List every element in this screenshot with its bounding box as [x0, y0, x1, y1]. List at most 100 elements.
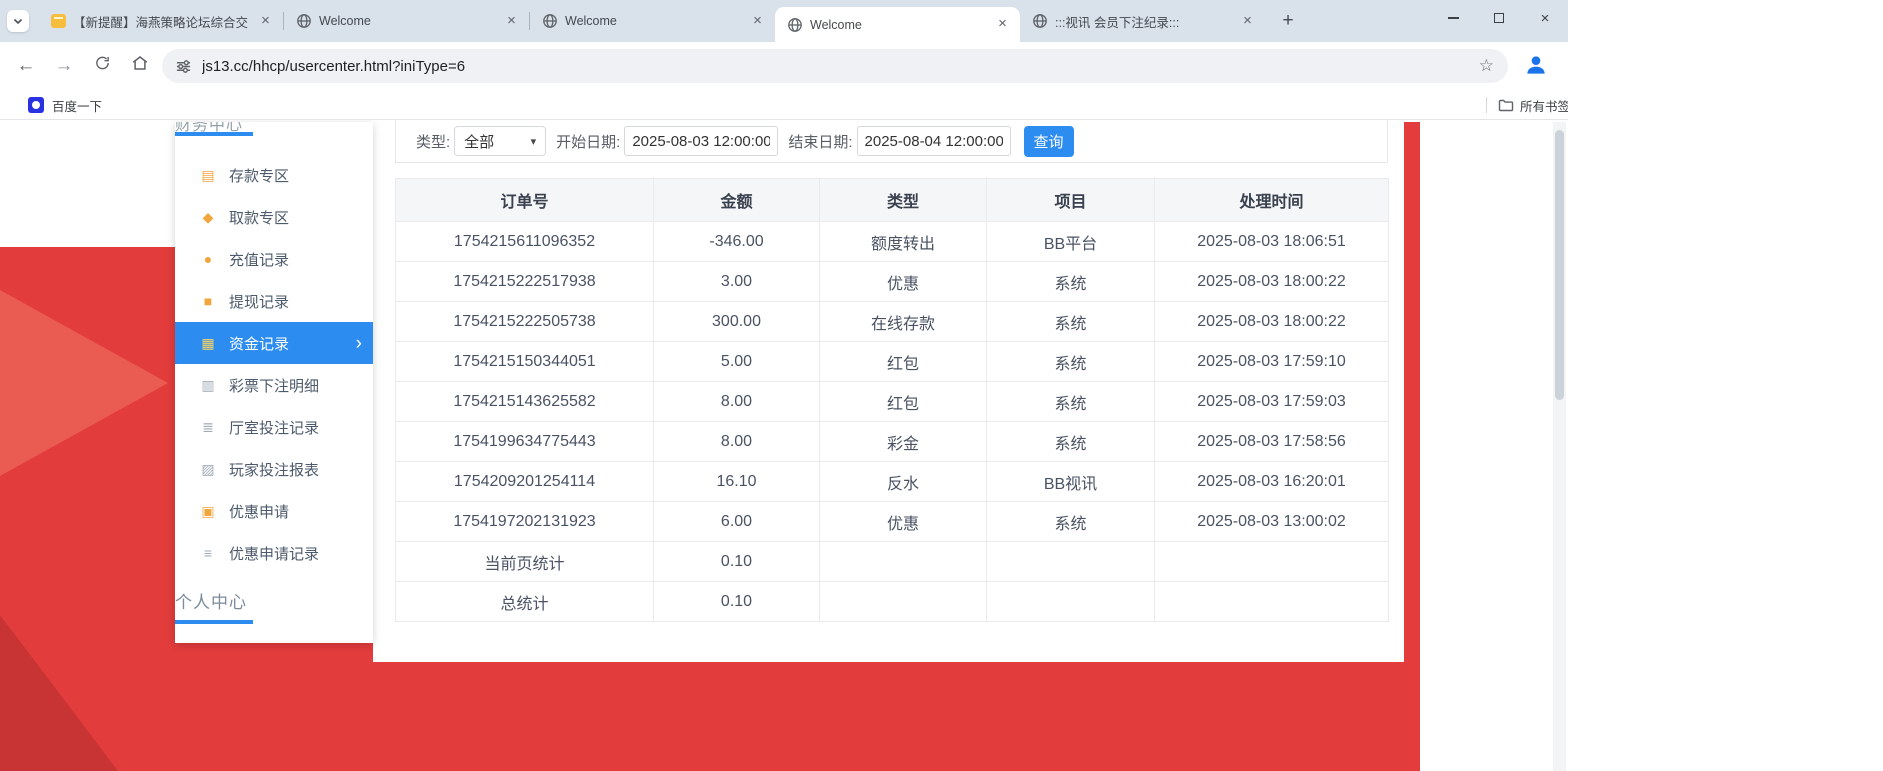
cell: 8.00	[654, 422, 820, 462]
page-scrollbar[interactable]	[1553, 122, 1566, 771]
minimize-button[interactable]	[1430, 0, 1476, 36]
tab-close-icon[interactable]: ×	[256, 12, 275, 31]
col-amount: 金额	[654, 179, 820, 222]
sidebar: 财务中心 ▤ 存款专区 ◆ 取款专区 ● 充值记录 ■ 提现记录	[175, 122, 373, 643]
table-row: 175420920125411416.10反水BB视讯2025-08-03 16…	[396, 462, 1389, 502]
tab-close-icon[interactable]: ×	[748, 12, 767, 31]
tab-title: 【新提醒】海燕策略论坛综合交	[73, 12, 249, 31]
cell: 300.00	[654, 302, 820, 342]
sidebar-item-label: 充值记录	[229, 249, 289, 270]
chevron-right-icon: ›	[356, 334, 362, 353]
tab-strip: 【新提醒】海燕策略论坛综合交 × Welcome × Welcome ×	[0, 0, 1568, 42]
cell: 2025-08-03 17:58:56	[1155, 422, 1389, 462]
cell: 1754209201254114	[396, 462, 654, 502]
start-date-input[interactable]	[624, 126, 778, 156]
refresh-button[interactable]	[88, 55, 116, 78]
table-row: 17542151436255828.00红包系统2025-08-03 17:59…	[396, 382, 1389, 422]
url-text[interactable]: js13.cc/hhcp/usercenter.html?iniType=6	[202, 58, 1471, 75]
globe-icon	[1032, 13, 1048, 29]
sidebar-item-funds-records[interactable]: ▦ 资金记录 ›	[175, 322, 373, 364]
close-window-button[interactable]: ×	[1522, 0, 1568, 36]
sidebar-item-withdraw-zone[interactable]: ◆ 取款专区	[175, 196, 373, 238]
cell: 6.00	[654, 502, 820, 542]
funds-icon: ▦	[199, 335, 217, 352]
tab-title: :::视讯 会员下注纪录:::	[1055, 12, 1231, 31]
cell: 优惠	[820, 262, 987, 302]
cell: 1754215611096352	[396, 222, 654, 262]
type-label: 类型:	[416, 131, 450, 152]
tab-close-icon[interactable]: ×	[993, 15, 1012, 34]
globe-icon	[542, 13, 558, 29]
tab-close-icon[interactable]: ×	[502, 12, 521, 31]
sidebar-item-hall-bet-records[interactable]: ≣ 厅室投注记录	[175, 406, 373, 448]
sidebar-item-label: 彩票下注明细	[229, 375, 319, 396]
maximize-button[interactable]	[1476, 0, 1522, 36]
sidebar-item-lottery-bet-details[interactable]: ▥ 彩票下注明细	[175, 364, 373, 406]
col-project: 项目	[987, 179, 1155, 222]
site-info-icon[interactable]	[176, 59, 191, 74]
decor-triangle-light	[0, 290, 168, 476]
sidebar-item-player-bet-report[interactable]: ▨ 玩家投注报表	[175, 448, 373, 490]
type-select[interactable]: 全部 ▾	[454, 126, 546, 156]
browser-tab-1[interactable]: 【新提醒】海燕策略论坛综合交 ×	[38, 0, 283, 42]
cell: 1754215222505738	[396, 302, 654, 342]
cell: 系统	[987, 262, 1155, 302]
sidebar-item-promo-application-records[interactable]: ≡ 优惠申请记录	[175, 532, 373, 574]
cell: 优惠	[820, 502, 987, 542]
bookmark-baidu[interactable]: 百度一下	[20, 93, 110, 117]
browser-tab-4-active[interactable]: Welcome ×	[775, 7, 1020, 42]
cell: 系统	[987, 382, 1155, 422]
cell: 2025-08-03 13:00:02	[1155, 502, 1389, 542]
tab-close-icon[interactable]: ×	[1238, 12, 1257, 31]
forward-button[interactable]: →	[50, 55, 78, 77]
cell	[820, 582, 987, 622]
browser-tab-2[interactable]: Welcome ×	[284, 0, 529, 42]
sidebar-item-deposit-zone[interactable]: ▤ 存款专区	[175, 154, 373, 196]
browser-tab-5[interactable]: :::视讯 会员下注纪录::: ×	[1020, 0, 1265, 42]
sidebar-item-recharge-records[interactable]: ● 充值记录	[175, 238, 373, 280]
new-tab-button[interactable]: +	[1275, 8, 1301, 34]
home-button[interactable]	[126, 54, 154, 78]
cell	[987, 582, 1155, 622]
cell: 3.00	[654, 262, 820, 302]
tab-search-button[interactable]	[7, 10, 29, 32]
cell: 1754215222517938	[396, 262, 654, 302]
tab-title: Welcome	[565, 14, 741, 28]
scrollbar-thumb[interactable]	[1555, 130, 1564, 400]
cell: 0.10	[654, 582, 820, 622]
bookmark-star-icon[interactable]: ☆	[1479, 56, 1494, 76]
end-date-label: 结束日期:	[788, 131, 852, 152]
page-viewport: 财务中心 ▤ 存款专区 ◆ 取款专区 ● 充值记录 ■ 提现记录	[0, 120, 1568, 771]
cell: 额度转出	[820, 222, 987, 262]
browser-tab-3[interactable]: Welcome ×	[530, 0, 775, 42]
all-bookmarks-button[interactable]: 所有书签	[1498, 93, 1568, 117]
end-date-input[interactable]	[857, 126, 1011, 156]
cell: 0.10	[654, 542, 820, 582]
cell: 红包	[820, 382, 987, 422]
cell: 2025-08-03 17:59:10	[1155, 342, 1389, 382]
cell: 16.10	[654, 462, 820, 502]
table-row: 17541996347754438.00彩金系统2025-08-03 17:58…	[396, 422, 1389, 462]
back-button[interactable]: ←	[12, 55, 40, 77]
sidebar-item-withdrawal-records[interactable]: ■ 提现记录	[175, 280, 373, 322]
cell: 总统计	[396, 582, 654, 622]
cell: 2025-08-03 18:06:51	[1155, 222, 1389, 262]
sidebar-item-promo-application[interactable]: ▣ 优惠申请	[175, 490, 373, 532]
profile-avatar[interactable]	[1520, 49, 1552, 81]
page-icon	[50, 13, 66, 29]
hall-bet-icon: ≣	[199, 419, 217, 436]
start-date-label: 开始日期:	[556, 131, 620, 152]
cell: 1754197202131923	[396, 502, 654, 542]
folder-icon	[1498, 97, 1514, 113]
page-top-left-panel	[0, 122, 175, 247]
query-button[interactable]: 查询	[1024, 126, 1074, 157]
table-summary-row-total: 总统计0.10	[396, 582, 1389, 622]
cell: 系统	[987, 422, 1155, 462]
cell	[1155, 542, 1389, 582]
address-bar[interactable]: js13.cc/hhcp/usercenter.html?iniType=6 ☆	[162, 49, 1508, 83]
cell: 当前页统计	[396, 542, 654, 582]
cell	[820, 542, 987, 582]
sidebar-item-label: 资金记录	[229, 333, 289, 354]
toolbar: ← → js13.cc/hhcp/usercenter.html?iniType…	[0, 42, 1568, 90]
cell: 系统	[987, 342, 1155, 382]
